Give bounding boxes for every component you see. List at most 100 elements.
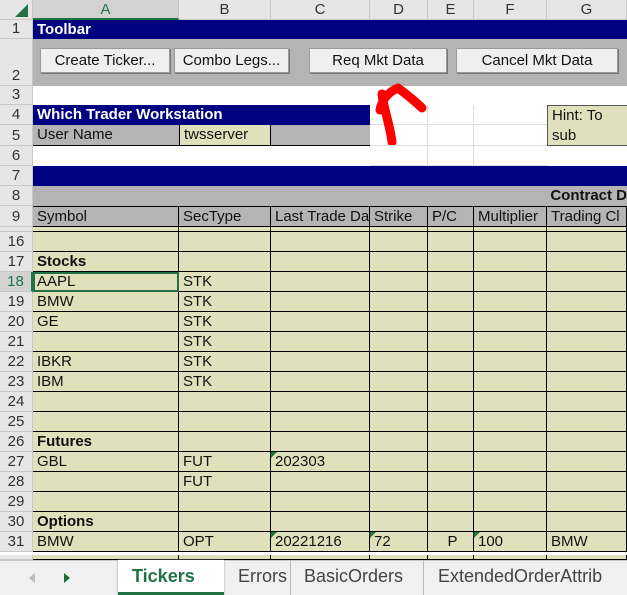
- cell-D26[interactable]: [370, 432, 428, 452]
- grid-cell[interactable]: [428, 126, 474, 146]
- cell-C24[interactable]: [271, 392, 370, 412]
- cell-B26[interactable]: [179, 432, 271, 452]
- row-header-16[interactable]: 16: [0, 232, 33, 252]
- cell-G17[interactable]: [547, 252, 627, 272]
- row-header-3[interactable]: 3: [0, 86, 33, 105]
- cell-C20[interactable]: [271, 312, 370, 332]
- cell-A21[interactable]: [33, 332, 179, 352]
- cell-F29[interactable]: [474, 492, 547, 512]
- row-header-9[interactable]: 9: [0, 206, 33, 227]
- cell-B18[interactable]: STK: [179, 272, 271, 292]
- cell-C23[interactable]: [271, 372, 370, 392]
- column-header-A[interactable]: A: [33, 0, 179, 20]
- cell-G24[interactable]: [547, 392, 627, 412]
- cell-G16[interactable]: [547, 232, 627, 252]
- cell-A20[interactable]: GE: [33, 312, 179, 332]
- cell-G27[interactable]: [547, 452, 627, 472]
- cell-F20[interactable]: [474, 312, 547, 332]
- row-header-4[interactable]: 4: [0, 105, 33, 125]
- cell-F31[interactable]: 100: [474, 532, 547, 552]
- row-header-29[interactable]: 29: [0, 492, 33, 512]
- cell-A27[interactable]: GBL: [33, 452, 179, 472]
- cell-D20[interactable]: [370, 312, 428, 332]
- column-header-C[interactable]: C: [271, 0, 370, 20]
- row-header-21[interactable]: 21: [0, 332, 33, 352]
- row-header-19[interactable]: 19: [0, 292, 33, 312]
- cell-B29[interactable]: [179, 492, 271, 512]
- cell-G29[interactable]: [547, 492, 627, 512]
- cell-F26[interactable]: [474, 432, 547, 452]
- cell-D29[interactable]: [370, 492, 428, 512]
- cell-D22[interactable]: [370, 352, 428, 372]
- cell-E27[interactable]: [428, 452, 474, 472]
- cell-A23[interactable]: IBM: [33, 372, 179, 392]
- cell-B30[interactable]: [179, 512, 271, 532]
- cell-G23[interactable]: [547, 372, 627, 392]
- cell-G30[interactable]: [547, 512, 627, 532]
- cell-B31[interactable]: OPT: [179, 532, 271, 552]
- cell-E23[interactable]: [428, 372, 474, 392]
- grid-cell[interactable]: [428, 146, 474, 166]
- cell-A26[interactable]: Futures: [33, 432, 179, 452]
- cell-D18[interactable]: [370, 272, 428, 292]
- cell-D30[interactable]: [370, 512, 428, 532]
- grid-cell[interactable]: [428, 105, 474, 125]
- row-header-2[interactable]: 2: [0, 39, 33, 86]
- cell-C22[interactable]: [271, 352, 370, 372]
- cell-F16[interactable]: [474, 232, 547, 252]
- cell-A28[interactable]: [33, 472, 179, 492]
- row-header-22[interactable]: 22: [0, 352, 33, 372]
- cell-D31[interactable]: 72: [370, 532, 428, 552]
- row-header-7[interactable]: 7: [0, 166, 33, 186]
- cell-A29[interactable]: [33, 492, 179, 512]
- cell-F21[interactable]: [474, 332, 547, 352]
- column-header-F[interactable]: F: [474, 0, 547, 20]
- row-header-6[interactable]: 6: [0, 146, 33, 166]
- cell-F28[interactable]: [474, 472, 547, 492]
- column-header-G[interactable]: G: [547, 0, 627, 20]
- cell-G26[interactable]: [547, 432, 627, 452]
- row-header-26[interactable]: 26: [0, 432, 33, 452]
- cell-E20[interactable]: [428, 312, 474, 332]
- cell-E30[interactable]: [428, 512, 474, 532]
- cell-C28[interactable]: [271, 472, 370, 492]
- cell-E26[interactable]: [428, 432, 474, 452]
- cell-E22[interactable]: [428, 352, 474, 372]
- cell-C27[interactable]: 202303: [271, 452, 370, 472]
- cell-F24[interactable]: [474, 392, 547, 412]
- row-header-18[interactable]: 18: [0, 272, 33, 292]
- cell-F19[interactable]: [474, 292, 547, 312]
- cell-C29[interactable]: [271, 492, 370, 512]
- cell-D21[interactable]: [370, 332, 428, 352]
- cell-E28[interactable]: [428, 472, 474, 492]
- cell-B20[interactable]: STK: [179, 312, 271, 332]
- cell-C25[interactable]: [271, 412, 370, 432]
- cell-E21[interactable]: [428, 332, 474, 352]
- cell-D16[interactable]: [370, 232, 428, 252]
- row-header-17[interactable]: 17: [0, 252, 33, 272]
- column-header-E[interactable]: E: [428, 0, 474, 20]
- cell-B21[interactable]: STK: [179, 332, 271, 352]
- cell-A31[interactable]: BMW: [33, 532, 179, 552]
- cell-E19[interactable]: [428, 292, 474, 312]
- grid-cell[interactable]: [474, 146, 547, 166]
- cell-E31[interactable]: P: [428, 532, 474, 552]
- sheet-tab-basicorders[interactable]: BasicOrders: [290, 560, 424, 595]
- cell-B24[interactable]: [179, 392, 271, 412]
- cell-G22[interactable]: [547, 352, 627, 372]
- cell-B27[interactable]: FUT: [179, 452, 271, 472]
- cell-C26[interactable]: [271, 432, 370, 452]
- row-header-25[interactable]: 25: [0, 412, 33, 432]
- cell-A24[interactable]: [33, 392, 179, 412]
- cell-G18[interactable]: [547, 272, 627, 292]
- sheet-tab-tickers[interactable]: Tickers: [118, 560, 224, 595]
- toolbar-button-create-ticker[interactable]: Create Ticker...: [40, 48, 170, 73]
- cell-C17[interactable]: [271, 252, 370, 272]
- toolbar-button-req-mkt-data[interactable]: Req Mkt Data: [309, 48, 447, 73]
- cell-A22[interactable]: IBKR: [33, 352, 179, 372]
- cell-A17[interactable]: Stocks: [33, 252, 179, 272]
- cell-D27[interactable]: [370, 452, 428, 472]
- cell-F27[interactable]: [474, 452, 547, 472]
- cell-C19[interactable]: [271, 292, 370, 312]
- cell-E16[interactable]: [428, 232, 474, 252]
